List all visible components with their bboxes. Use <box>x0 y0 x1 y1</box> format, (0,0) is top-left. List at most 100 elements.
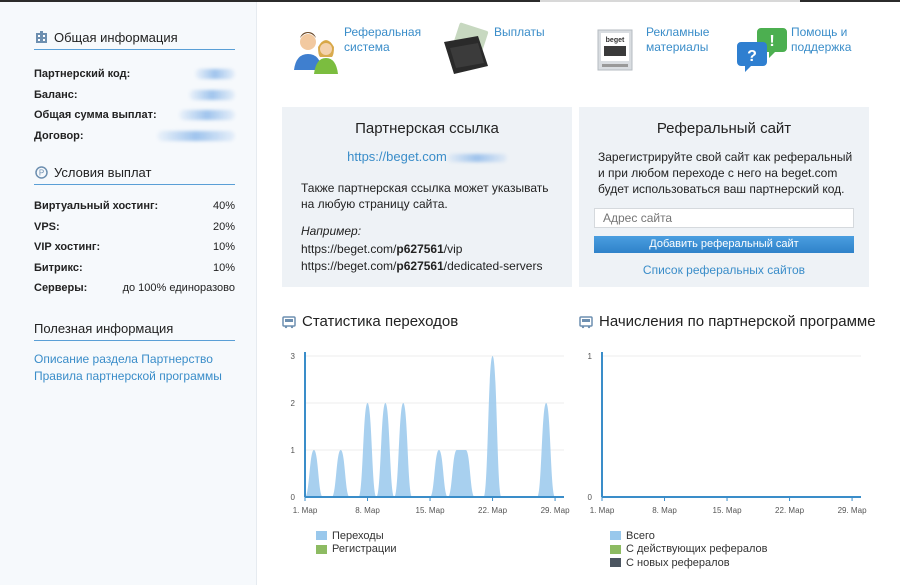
payout-terms-section: P Условия выплат Виртуальный хостинг: 40%… <box>34 163 235 299</box>
payout-row: VIP хостинг: 10% <box>34 237 235 258</box>
nav-payouts[interactable]: Выплаты <box>440 20 574 76</box>
nav-promo-materials[interactable]: beget Рекламные материалы <box>592 20 726 76</box>
x-tick-label: 22. Мар <box>775 506 805 515</box>
example-code: p627561 <box>396 259 444 273</box>
help-bubbles-icon: ! ? <box>737 20 791 76</box>
payout-label: Виртуальный хостинг: <box>34 200 159 213</box>
payout-label: Серверы: <box>34 282 88 295</box>
sidebar: Общая информация Партнерский код: Баланс… <box>0 2 257 585</box>
accruals-chart-title: Начисления по партнерской программе <box>599 313 876 330</box>
y-tick-label: 0 <box>588 493 593 502</box>
redacted-value <box>446 153 507 162</box>
useful-info-header: Полезная информация <box>34 319 235 341</box>
data-point <box>340 449 341 450</box>
partner-code-row: Партнерский код: <box>34 64 235 85</box>
redacted-value <box>189 89 235 100</box>
data-point <box>456 449 457 450</box>
example-suffix: /dedicated-servers <box>443 259 543 273</box>
x-tick-label: 15. Мар <box>416 506 446 515</box>
legend-swatch <box>316 544 327 554</box>
nav-label: Помощь и поддержка <box>791 25 852 54</box>
wallet-icon <box>440 20 494 76</box>
payout-value: 10% <box>212 241 235 254</box>
partner-code-label: Партнерский код: <box>34 68 131 81</box>
x-tick-label: 29. Мар <box>541 506 571 515</box>
x-tick-label: 22. Мар <box>478 506 508 515</box>
example-prefix: https://beget.com/ <box>301 259 397 273</box>
y-tick-label: 2 <box>291 399 296 408</box>
legend-item[interactable]: Всего <box>610 529 767 543</box>
stats-chart: 0 1 2 3 1. Мар 8. Мар 15. Мар 22. Мар 29. Мар <box>291 352 571 515</box>
data-point <box>313 449 314 450</box>
balance-label: Баланс: <box>34 88 78 101</box>
referral-site-title: Реферальный сайт <box>656 120 792 137</box>
redacted-value <box>179 110 235 121</box>
data-point <box>403 402 404 403</box>
general-info-title: Общая информация <box>54 29 178 45</box>
legend-item[interactable]: Регистрации <box>316 543 397 557</box>
legend-swatch <box>610 544 621 554</box>
nav-label: Выплаты <box>494 25 545 39</box>
referral-site-panel: Реферальный сайт Зарегистрируйте свой са… <box>579 107 869 287</box>
example-line: https://beget.com/p627561/dedicated-serv… <box>301 258 572 274</box>
referral-sites-list-link[interactable]: Список реферальных сайтов <box>579 263 869 277</box>
legend-item[interactable]: С действующих рефералов <box>610 543 767 557</box>
partnership-description-link[interactable]: Описание раздела Партнерство <box>34 351 235 368</box>
site-address-input[interactable] <box>594 208 854 228</box>
payout-value: 40% <box>212 200 235 213</box>
stats-chart-title: Статистика переходов <box>302 313 459 330</box>
total-payouts-row: Общая сумма выплат: <box>34 105 235 126</box>
referral-site-description: Зарегистрируйте свой сайт как реферальны… <box>598 150 853 196</box>
legend-label: Переходы <box>332 529 384 542</box>
add-referral-site-button[interactable]: Добавить реферальный сайт <box>594 236 854 253</box>
partner-nav: Реферальная система Выплаты beget Реклам… <box>282 20 872 82</box>
payout-terms-title: Условия выплат <box>54 164 152 180</box>
legend-item[interactable]: Переходы <box>316 529 397 543</box>
redacted-value <box>195 69 235 80</box>
legend-swatch <box>610 558 621 568</box>
data-point <box>385 402 386 403</box>
legend-item[interactable]: С новых рефералов <box>610 556 767 570</box>
stats-chart-header: Статистика переходов <box>282 313 458 330</box>
data-point <box>465 449 466 450</box>
payout-label: Битрикс: <box>34 261 83 274</box>
payout-terms-header: P Условия выплат <box>34 163 235 185</box>
accruals-chart-header: Начисления по партнерской программе <box>579 313 876 330</box>
payout-label: VIP хостинг: <box>34 241 101 254</box>
legend-swatch <box>316 531 327 541</box>
payout-label: VPS: <box>34 220 60 233</box>
stats-legend: Переходы Регистрации <box>316 529 397 556</box>
example-suffix: /vip <box>443 242 463 256</box>
nav-label: Реферальная система <box>344 25 422 54</box>
partner-link-panel: Партнерская ссылка https://beget.com Так… <box>282 107 572 287</box>
useful-info-title: Полезная информация <box>34 320 174 336</box>
partner-link-description: Также партнерская ссылка может указывать… <box>301 181 549 211</box>
partner-link-url[interactable]: https://beget.com <box>282 149 572 164</box>
payout-value: 10% <box>212 261 235 274</box>
svg-text:!: ! <box>769 33 774 50</box>
balance-row: Баланс: <box>34 85 235 106</box>
y-tick-label: 3 <box>291 352 296 361</box>
x-tick-label: 1. Мар <box>293 506 318 515</box>
contract-row: Договор: <box>34 126 235 147</box>
legend-label: Всего <box>626 529 655 542</box>
data-point <box>367 402 368 403</box>
useful-info-section: Полезная информация Описание раздела Пар… <box>34 319 235 385</box>
payout-row: Битрикс: 10% <box>34 258 235 279</box>
y-tick-label: 0 <box>291 493 296 502</box>
y-tick-label: 1 <box>291 446 296 455</box>
x-tick-label: 8. Мар <box>355 506 380 515</box>
nav-referral-system[interactable]: Реферальная система <box>290 20 424 76</box>
legend-label: Регистрации <box>332 543 397 556</box>
nav-help-support[interactable]: ! ? Помощь и поддержка <box>737 20 871 76</box>
general-info-section: Общая информация Партнерский код: Баланс… <box>34 28 235 146</box>
svg-text:?: ? <box>747 48 757 65</box>
partner-rules-link[interactable]: Правила партнерской программы <box>34 368 235 385</box>
contract-label: Договор: <box>34 129 84 142</box>
series-area-0 <box>305 356 564 497</box>
accruals-chart: 0 1 1. Мар 8. Мар 15. Мар 22. Мар 29. Мар <box>588 352 868 515</box>
payout-value: 20% <box>212 220 235 233</box>
x-tick-label: 29. Мар <box>838 506 868 515</box>
redacted-value <box>157 130 235 141</box>
partner-link-title: Партнерская ссылка <box>355 120 499 137</box>
